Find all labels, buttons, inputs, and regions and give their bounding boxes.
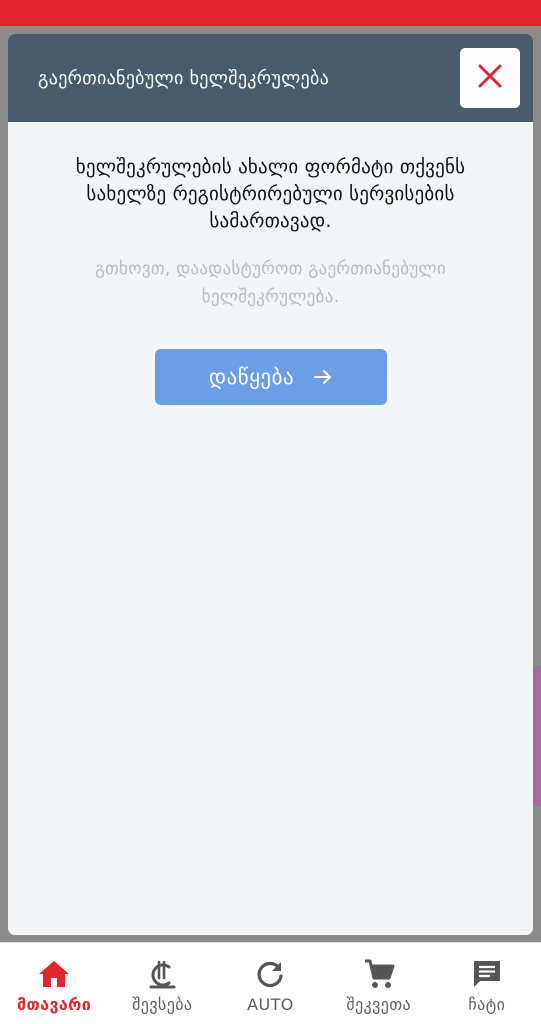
arrow-right-icon — [314, 369, 332, 385]
nav-item-topup[interactable]: შევსება — [112, 957, 212, 1014]
nav-label-home: მთავარი — [17, 995, 92, 1014]
nav-item-chat[interactable]: ჩატი — [437, 957, 537, 1014]
background-content-edge — [533, 666, 541, 806]
nav-label-auto: AUTO — [247, 995, 294, 1014]
modal-header: გაერთიანებული ხელშეკრულება — [8, 34, 533, 122]
nav-label-order: შეკვეთა — [346, 995, 411, 1014]
bottom-navigation: მთავარი შევსება AUTO შეკვეთა ჩატი — [0, 942, 541, 1024]
close-icon — [477, 63, 503, 93]
start-button[interactable]: დაწყება — [154, 349, 387, 405]
top-status-bar — [0, 0, 541, 26]
chat-icon — [471, 957, 503, 991]
nav-item-home[interactable]: მთავარი — [4, 957, 104, 1014]
contract-modal: გაერთიანებული ხელშეკრულება ხელშეკრულების… — [8, 34, 533, 935]
nav-label-topup: შევსება — [132, 995, 193, 1014]
cart-icon — [363, 957, 395, 991]
close-button[interactable] — [460, 48, 520, 108]
modal-description: ხელშეკრულების ახალი ფორმატი თქვენს სახელ… — [75, 156, 466, 232]
modal-title: გაერთიანებული ხელშეკრულება — [38, 67, 330, 89]
home-icon — [38, 957, 70, 991]
nav-label-chat: ჩატი — [468, 995, 506, 1014]
nav-item-auto[interactable]: AUTO — [220, 957, 320, 1014]
modal-body: ხელშეკრულების ახალი ფორმატი თქვენს სახელ… — [8, 122, 533, 405]
modal-instruction: გთხოვთ, დაადასტუროთ გაერთიანებული ხელშეკ… — [94, 259, 447, 307]
nav-item-order[interactable]: შეკვეთა — [329, 957, 429, 1014]
start-button-label: დაწყება — [208, 365, 295, 389]
refresh-icon — [255, 957, 285, 991]
lari-icon — [147, 957, 177, 991]
